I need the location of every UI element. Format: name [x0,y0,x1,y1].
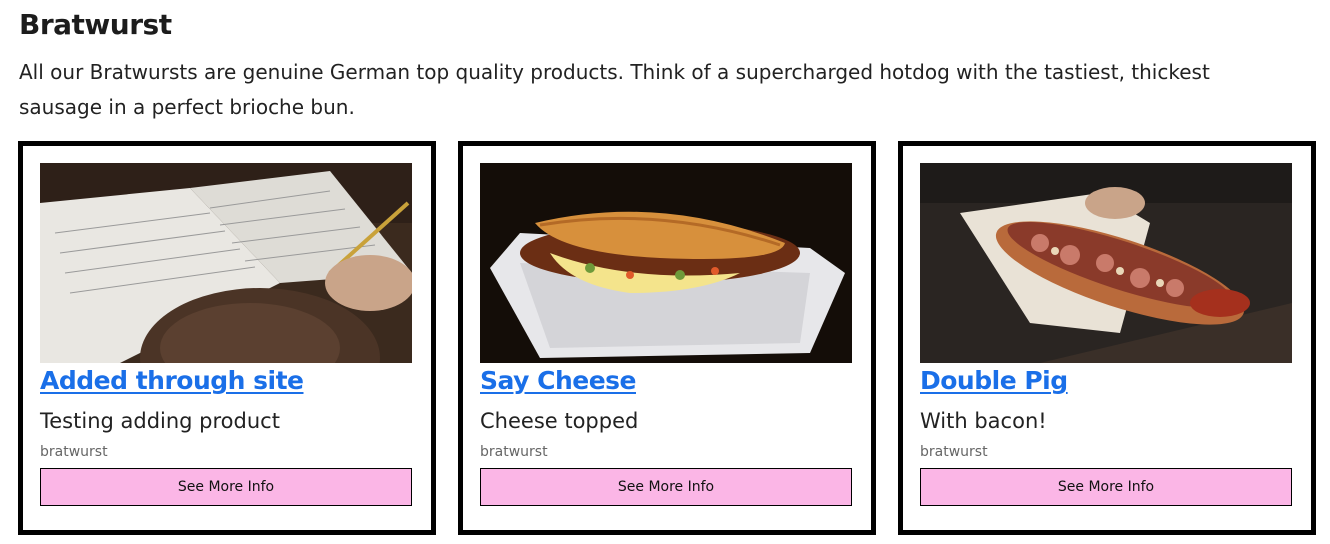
product-category: bratwurst [920,444,988,460]
product-title-link[interactable]: Double Pig [920,366,1068,395]
product-category: bratwurst [40,444,108,460]
product-image-bacon-hotdog[interactable] [920,163,1292,363]
product-image-notebook[interactable] [40,163,412,363]
product-card: Double Pig With bacon! bratwurst See Mor… [898,141,1316,535]
product-description: Testing adding product [40,409,280,433]
see-more-info-button[interactable]: See More Info [480,468,852,506]
product-category: bratwurst [480,444,548,460]
product-image-cheese-hotdog[interactable] [480,163,852,363]
see-more-info-button[interactable]: See More Info [40,468,412,506]
product-card: Added through site Testing adding produc… [18,141,436,535]
page-title: Bratwurst [19,8,172,41]
see-more-info-button[interactable]: See More Info [920,468,1292,506]
page-description: All our Bratwursts are genuine German to… [19,60,1210,119]
product-title-link[interactable]: Added through site [40,366,304,395]
product-description: With bacon! [920,409,1047,433]
product-card: Say Cheese Cheese topped bratwurst See M… [458,141,876,535]
product-description: Cheese topped [480,409,639,433]
product-title-link[interactable]: Say Cheese [480,366,637,395]
